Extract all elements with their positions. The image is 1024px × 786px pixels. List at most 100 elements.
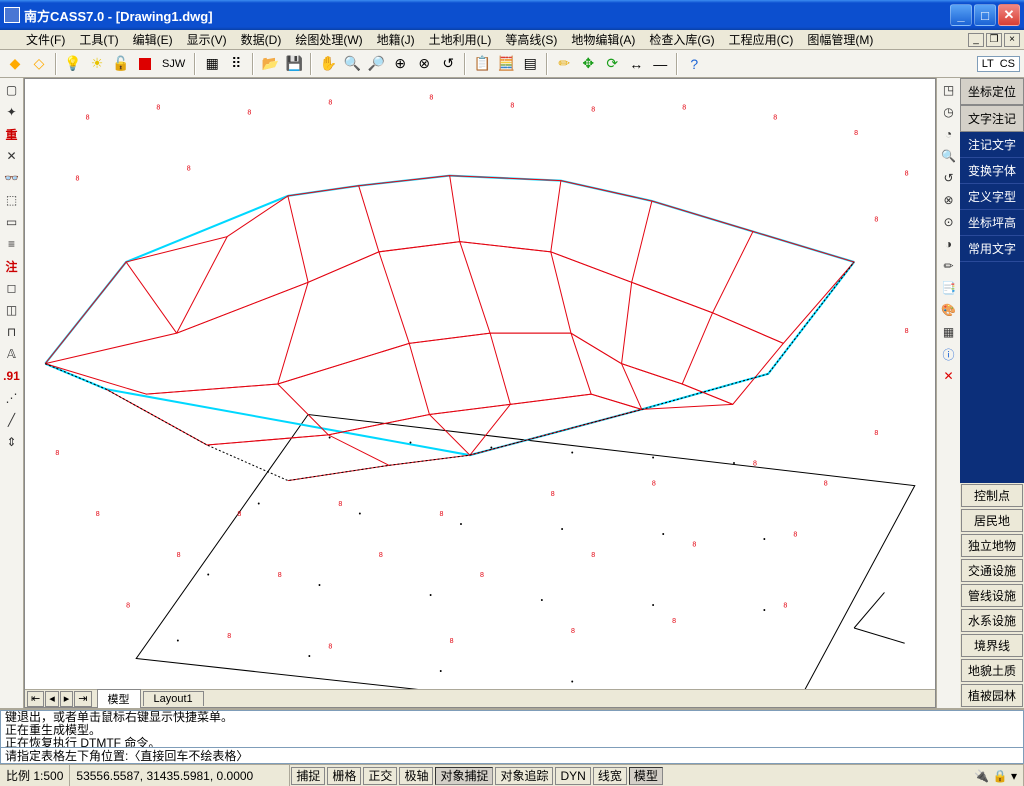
layer-states-icon[interactable]: ◇	[28, 53, 50, 75]
mdi-close[interactable]: ×	[1004, 33, 1020, 47]
status-grid[interactable]: 栅格	[327, 767, 361, 785]
left-tool-5[interactable]: 👓	[2, 168, 22, 188]
menu-view[interactable]: 显示(V)	[181, 30, 233, 49]
rp-coord-elev[interactable]: 坐标坪高	[960, 210, 1024, 236]
rtool-info[interactable]: ⓘ	[939, 344, 959, 364]
help-icon[interactable]: ?	[683, 53, 705, 75]
layer-name[interactable]: SJW	[158, 58, 189, 70]
rp-independent[interactable]: 独立地物	[961, 534, 1023, 557]
rtool-10[interactable]: 📑	[939, 278, 959, 298]
rtool-11[interactable]: 🎨	[939, 300, 959, 320]
dimension-icon[interactable]: ↔	[625, 53, 647, 75]
left-tool-2[interactable]: ✦	[2, 102, 22, 122]
rtool-1[interactable]: ◳	[939, 80, 959, 100]
left-tool-12[interactable]: ⊓	[2, 322, 22, 342]
menu-cadastre[interactable]: 地籍(J)	[371, 30, 421, 49]
rtool-close[interactable]: ✕	[939, 366, 959, 386]
command-input[interactable]: 请指定表格左下角位置:〈直接回车不绘表格〉	[0, 748, 1024, 764]
rtool-8[interactable]: ◑	[939, 234, 959, 254]
status-polar[interactable]: 极轴	[399, 767, 433, 785]
menu-terrain-edit[interactable]: 地物编辑(A)	[565, 30, 641, 49]
left-elev[interactable]: .91	[2, 366, 22, 386]
comm-icon[interactable]: 🔌	[974, 769, 989, 783]
pan-icon[interactable]: ✋	[317, 53, 339, 75]
menu-edit[interactable]: 编辑(E)	[127, 30, 179, 49]
status-ortho[interactable]: 正交	[363, 767, 397, 785]
drawing-viewport[interactable]: 888 888 888 888 888 888 888 888 888 888 …	[25, 79, 935, 689]
rtool-3[interactable]: ◔	[939, 124, 959, 144]
menu-file[interactable]: 文件(F)	[20, 30, 71, 49]
menu-tool[interactable]: 工具(T)	[73, 30, 124, 49]
menu-check[interactable]: 检查入库(G)	[643, 30, 720, 49]
properties-icon[interactable]: 📋	[471, 53, 493, 75]
zoom-in-icon[interactable]: 🔍	[341, 53, 363, 75]
lightbulb-icon[interactable]: 💡	[62, 53, 84, 75]
rtool-12[interactable]: ▦	[939, 322, 959, 342]
rp-text-annot[interactable]: 文字注记	[960, 105, 1024, 132]
status-osnap[interactable]: 对象捕捉	[435, 767, 493, 785]
tab-model[interactable]: 模型	[97, 689, 141, 708]
table-icon[interactable]: ▤	[519, 53, 541, 75]
rp-coord-locate[interactable]: 坐标定位	[960, 78, 1024, 105]
rp-annot-text[interactable]: 注记文字	[960, 132, 1024, 158]
lock-icon[interactable]: 🔓	[110, 53, 132, 75]
left-tool-17[interactable]: ⇕	[2, 432, 22, 452]
layer-color-swatch[interactable]	[134, 53, 156, 75]
tab-last[interactable]: ⇥	[74, 691, 91, 707]
rp-traffic[interactable]: 交通设施	[961, 559, 1023, 582]
rtool-4[interactable]: 🔍	[939, 146, 959, 166]
menu-sheet[interactable]: 图幅管理(M)	[801, 30, 879, 49]
rtool-6[interactable]: ⊗	[939, 190, 959, 210]
tab-layout1[interactable]: Layout1	[143, 691, 204, 706]
grid-dots-icon[interactable]: ⠿	[225, 53, 247, 75]
draw-line-icon[interactable]: ✏	[553, 53, 575, 75]
rp-water[interactable]: 水系设施	[961, 609, 1023, 632]
minimize-button[interactable]: _	[950, 4, 972, 26]
status-model[interactable]: 模型	[629, 767, 663, 785]
zoom-out-icon[interactable]: 🔎	[365, 53, 387, 75]
left-tool-13[interactable]: 𝔸	[2, 344, 22, 364]
rtool-7[interactable]: ⊙	[939, 212, 959, 232]
lock-status-icon[interactable]: 🔒	[993, 769, 1008, 783]
save-icon[interactable]: 💾	[283, 53, 305, 75]
tab-first[interactable]: ⇤	[27, 691, 44, 707]
mdi-restore[interactable]: ❐	[986, 33, 1002, 47]
linetype-box[interactable]: LT CS	[977, 56, 1020, 72]
rtool-9[interactable]: ✏	[939, 256, 959, 276]
rp-landform[interactable]: 地貌土质	[961, 659, 1023, 682]
mdi-minimize[interactable]: _	[968, 33, 984, 47]
move-icon[interactable]: ✥	[577, 53, 599, 75]
status-dyn[interactable]: DYN	[555, 767, 590, 785]
maximize-button[interactable]: □	[974, 4, 996, 26]
rp-common-text[interactable]: 常用文字	[960, 236, 1024, 262]
menu-contour[interactable]: 等高线(S)	[499, 30, 563, 49]
rtool-5[interactable]: ↺	[939, 168, 959, 188]
rp-control-point[interactable]: 控制点	[961, 484, 1023, 507]
rtool-2[interactable]: ◷	[939, 102, 959, 122]
snap-menu-icon[interactable]: ▦	[201, 53, 223, 75]
layer-icon[interactable]: ◆	[4, 53, 26, 75]
left-tool-16[interactable]: ╱	[2, 410, 22, 430]
left-tool-7[interactable]: ▭	[2, 212, 22, 232]
zoom-extents-icon[interactable]: ⊗	[413, 53, 435, 75]
left-annotate[interactable]: 注	[2, 256, 22, 276]
left-tool-8[interactable]: ≡	[2, 234, 22, 254]
left-regen[interactable]: 重	[2, 124, 22, 144]
tab-prev[interactable]: ◂	[45, 691, 59, 707]
left-tool-1[interactable]: ▢	[2, 80, 22, 100]
menu-landuse[interactable]: 土地利用(L)	[423, 30, 498, 49]
status-otrack[interactable]: 对象追踪	[495, 767, 553, 785]
rp-define-style[interactable]: 定义字型	[960, 184, 1024, 210]
left-tool-6[interactable]: ⬚	[2, 190, 22, 210]
rp-pipeline[interactable]: 管线设施	[961, 584, 1023, 607]
rp-vegetation[interactable]: 植被园林	[961, 684, 1023, 707]
left-tool-10[interactable]: ◻	[2, 278, 22, 298]
sun-icon[interactable]: ☀	[86, 53, 108, 75]
tab-next[interactable]: ▸	[60, 691, 74, 707]
tray-menu-icon[interactable]: ▾	[1011, 769, 1017, 783]
menu-data[interactable]: 数据(D)	[235, 30, 288, 49]
close-button[interactable]: ✕	[998, 4, 1020, 26]
rp-change-font[interactable]: 变换字体	[960, 158, 1024, 184]
left-tool-15[interactable]: ⋰	[2, 388, 22, 408]
open-icon[interactable]: 📂	[259, 53, 281, 75]
